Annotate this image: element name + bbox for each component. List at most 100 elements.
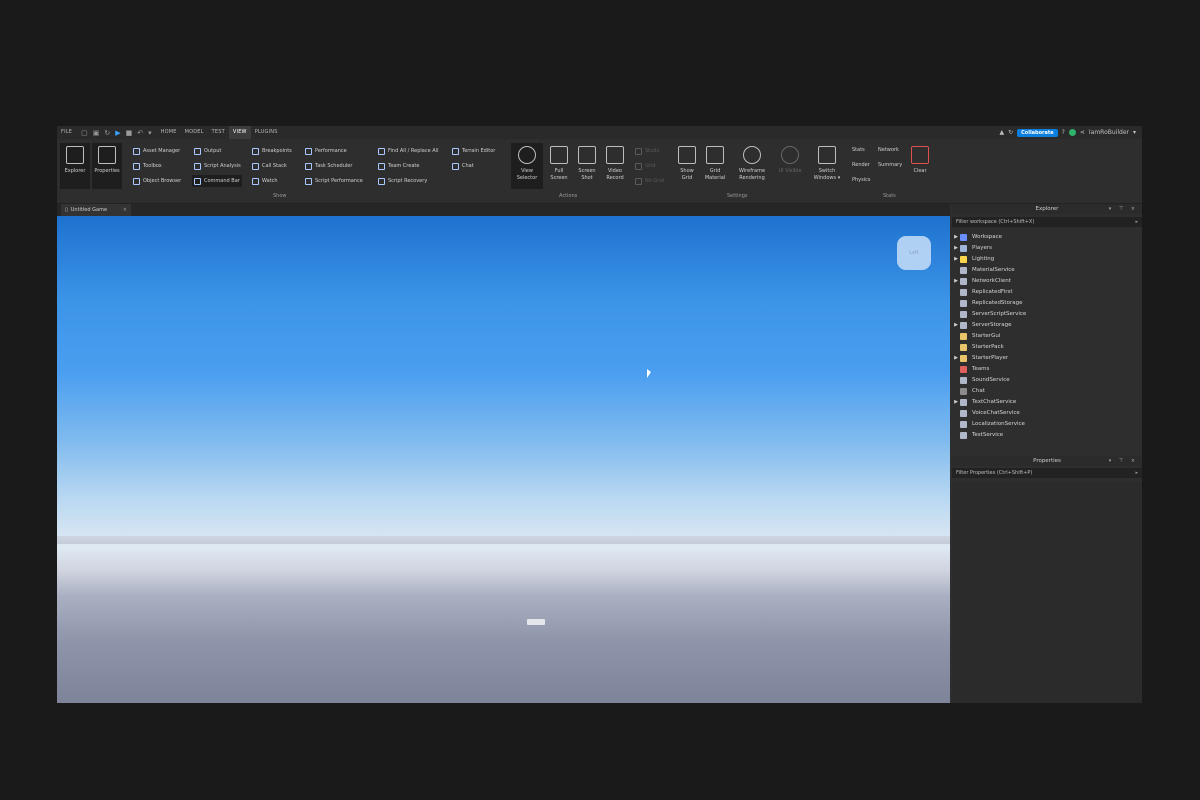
- document-tab[interactable]: ▯ Untitled Game ×: [61, 204, 131, 216]
- team-create-button[interactable]: Team Create: [378, 161, 419, 171]
- explorer-item[interactable]: ReplicatedFirst: [952, 287, 1013, 297]
- explorer-item[interactable]: ▶ Lighting: [952, 254, 994, 264]
- tab-test[interactable]: TEST: [208, 126, 229, 139]
- watch-button[interactable]: Watch: [252, 176, 278, 186]
- explorer-button[interactable]: Explorer: [60, 143, 90, 189]
- chat-button[interactable]: Chat: [452, 161, 474, 171]
- task-scheduler-button[interactable]: Task Scheduler: [305, 161, 352, 171]
- explorer-item[interactable]: ▶ Players: [952, 243, 992, 253]
- expand-caret-icon[interactable]: ▶: [952, 234, 960, 240]
- play-icon[interactable]: ▶: [115, 129, 120, 137]
- explorer-item[interactable]: ▶ TextChatService: [952, 397, 1016, 407]
- view-cube[interactable]: Left: [897, 236, 931, 270]
- grid-button[interactable]: Grid: [635, 161, 656, 171]
- render-button[interactable]: Render: [852, 162, 870, 168]
- full-screen-button[interactable]: Full Screen: [544, 143, 574, 189]
- view-selector-button[interactable]: View Selector: [511, 143, 543, 189]
- share-icon[interactable]: ⋖: [1080, 129, 1085, 136]
- game-viewport[interactable]: Left: [57, 216, 950, 703]
- status-icon[interactable]: [1068, 129, 1076, 136]
- tab-home[interactable]: HOME: [157, 126, 181, 139]
- expand-caret-icon[interactable]: ▶: [952, 399, 960, 405]
- explorer-item[interactable]: ReplicatedStorage: [952, 298, 1022, 308]
- properties-filter-dropdown-icon[interactable]: ▸: [1135, 468, 1138, 478]
- expand-icon[interactable]: ▲: [999, 129, 1004, 136]
- network-button[interactable]: Network: [878, 147, 899, 153]
- no-grid-button[interactable]: No Grid: [635, 176, 664, 186]
- new-file-icon[interactable]: ▢: [81, 129, 88, 137]
- screen-shot-button[interactable]: Screen Shot: [572, 143, 602, 189]
- clear-button[interactable]: Clear: [905, 143, 935, 189]
- explorer-controls[interactable]: ▾ ⊤ ×: [1109, 204, 1138, 214]
- script-analysis-button[interactable]: Script Analysis: [194, 161, 241, 171]
- filter-dropdown-icon[interactable]: ▸: [1135, 217, 1138, 227]
- explorer-item[interactable]: MaterialService: [952, 265, 1015, 275]
- dropdown-icon[interactable]: ▾: [148, 129, 152, 137]
- mouse-cursor-icon: [647, 369, 651, 378]
- tab-plugins[interactable]: PLUGINS: [251, 126, 282, 139]
- explorer-item[interactable]: ▶ ServerStorage: [952, 320, 1012, 330]
- explorer-item[interactable]: ▶ StarterPlayer: [952, 353, 1008, 363]
- tab-view[interactable]: VIEW: [228, 126, 251, 139]
- expand-caret-icon[interactable]: ▶: [952, 278, 960, 284]
- username-label[interactable]: IamRoBuilder: [1089, 129, 1129, 136]
- script-recovery-button[interactable]: Script Recovery: [378, 176, 427, 186]
- grid-material-button[interactable]: Grid Material: [700, 143, 730, 189]
- explorer-item[interactable]: TestService: [952, 430, 1003, 440]
- summary-button[interactable]: Summary: [878, 162, 902, 168]
- expand-caret-icon[interactable]: ▶: [952, 355, 960, 361]
- object-browser-button[interactable]: Object Browser: [133, 176, 181, 186]
- document-icon: ▯: [65, 207, 68, 213]
- collaborate-button[interactable]: Collaborate: [1017, 128, 1058, 137]
- switch-windows-button[interactable]: Switch Windows ▾: [811, 143, 843, 189]
- studs-button[interactable]: Studs: [635, 146, 659, 156]
- switch-windows-icon: [818, 146, 836, 164]
- explorer-item[interactable]: ServerScriptService: [952, 309, 1026, 319]
- ui-visible-button[interactable]: UI Visible: [773, 143, 807, 189]
- terrain-editor-button[interactable]: Terrain Editor: [452, 146, 495, 156]
- user-dropdown-icon[interactable]: ▾: [1133, 129, 1136, 136]
- explorer-item[interactable]: ▶ Workspace: [952, 232, 1002, 242]
- properties-filter-input[interactable]: Filter Properties (Ctrl+Shift+P) ▸: [952, 468, 1142, 478]
- save-icon[interactable]: ▣: [93, 129, 100, 137]
- help-icon[interactable]: ?: [1062, 129, 1065, 136]
- call-stack-button[interactable]: Call Stack: [252, 161, 287, 171]
- output-button[interactable]: Output: [194, 146, 221, 156]
- toolbox-button[interactable]: Toolbox: [133, 161, 162, 171]
- menu-right-area: ▲ ↻ Collaborate ? ⋖ IamRoBuilder ▾: [999, 128, 1142, 137]
- stop-icon[interactable]: ■: [126, 129, 133, 137]
- explorer-filter-input[interactable]: Filter workspace (Ctrl+Shift+X) ▸: [952, 217, 1142, 227]
- explorer-item[interactable]: SoundService: [952, 375, 1010, 385]
- stats-button[interactable]: Stats: [852, 147, 865, 153]
- show-grid-button[interactable]: Show Grid: [672, 143, 702, 189]
- explorer-item[interactable]: StarterGui: [952, 331, 1000, 341]
- expand-caret-icon[interactable]: ▶: [952, 256, 960, 262]
- wireframe-button[interactable]: Wireframe Rendering: [734, 143, 770, 189]
- video-record-button[interactable]: Video Record: [600, 143, 630, 189]
- explorer-item[interactable]: StarterPack: [952, 342, 1004, 352]
- explorer-item[interactable]: VoiceChatService: [952, 408, 1020, 418]
- command-bar-button[interactable]: Command Bar: [192, 175, 242, 187]
- physics-button[interactable]: Physics: [852, 177, 871, 183]
- expand-caret-icon[interactable]: ▶: [952, 245, 960, 251]
- asset-manager-button[interactable]: Asset Manager: [133, 146, 180, 156]
- grid-material-icon: [706, 146, 724, 164]
- breakpoints-button[interactable]: Breakpoints: [252, 146, 292, 156]
- explorer-item[interactable]: Chat: [952, 386, 985, 396]
- explorer-item[interactable]: ▶ NetworkClient: [952, 276, 1011, 286]
- explorer-item[interactable]: Teams: [952, 364, 989, 374]
- properties-button[interactable]: Properties: [92, 143, 122, 189]
- sync-icon[interactable]: ↻: [1008, 129, 1013, 136]
- close-tab-icon[interactable]: ×: [123, 207, 127, 213]
- grid-icon: [635, 162, 642, 170]
- tab-model[interactable]: MODEL: [181, 126, 208, 139]
- script-performance-button[interactable]: Script Performance: [305, 176, 363, 186]
- properties-controls[interactable]: ▾ ⊤ ×: [1109, 456, 1138, 466]
- find-replace-button[interactable]: Find All / Replace All: [378, 146, 438, 156]
- refresh-icon[interactable]: ↻: [104, 129, 110, 137]
- expand-caret-icon[interactable]: ▶: [952, 322, 960, 328]
- undo-icon[interactable]: ↶: [137, 129, 143, 137]
- file-menu[interactable]: FILE: [57, 126, 76, 139]
- explorer-item[interactable]: LocalizationService: [952, 419, 1025, 429]
- performance-button[interactable]: Performance: [305, 146, 347, 156]
